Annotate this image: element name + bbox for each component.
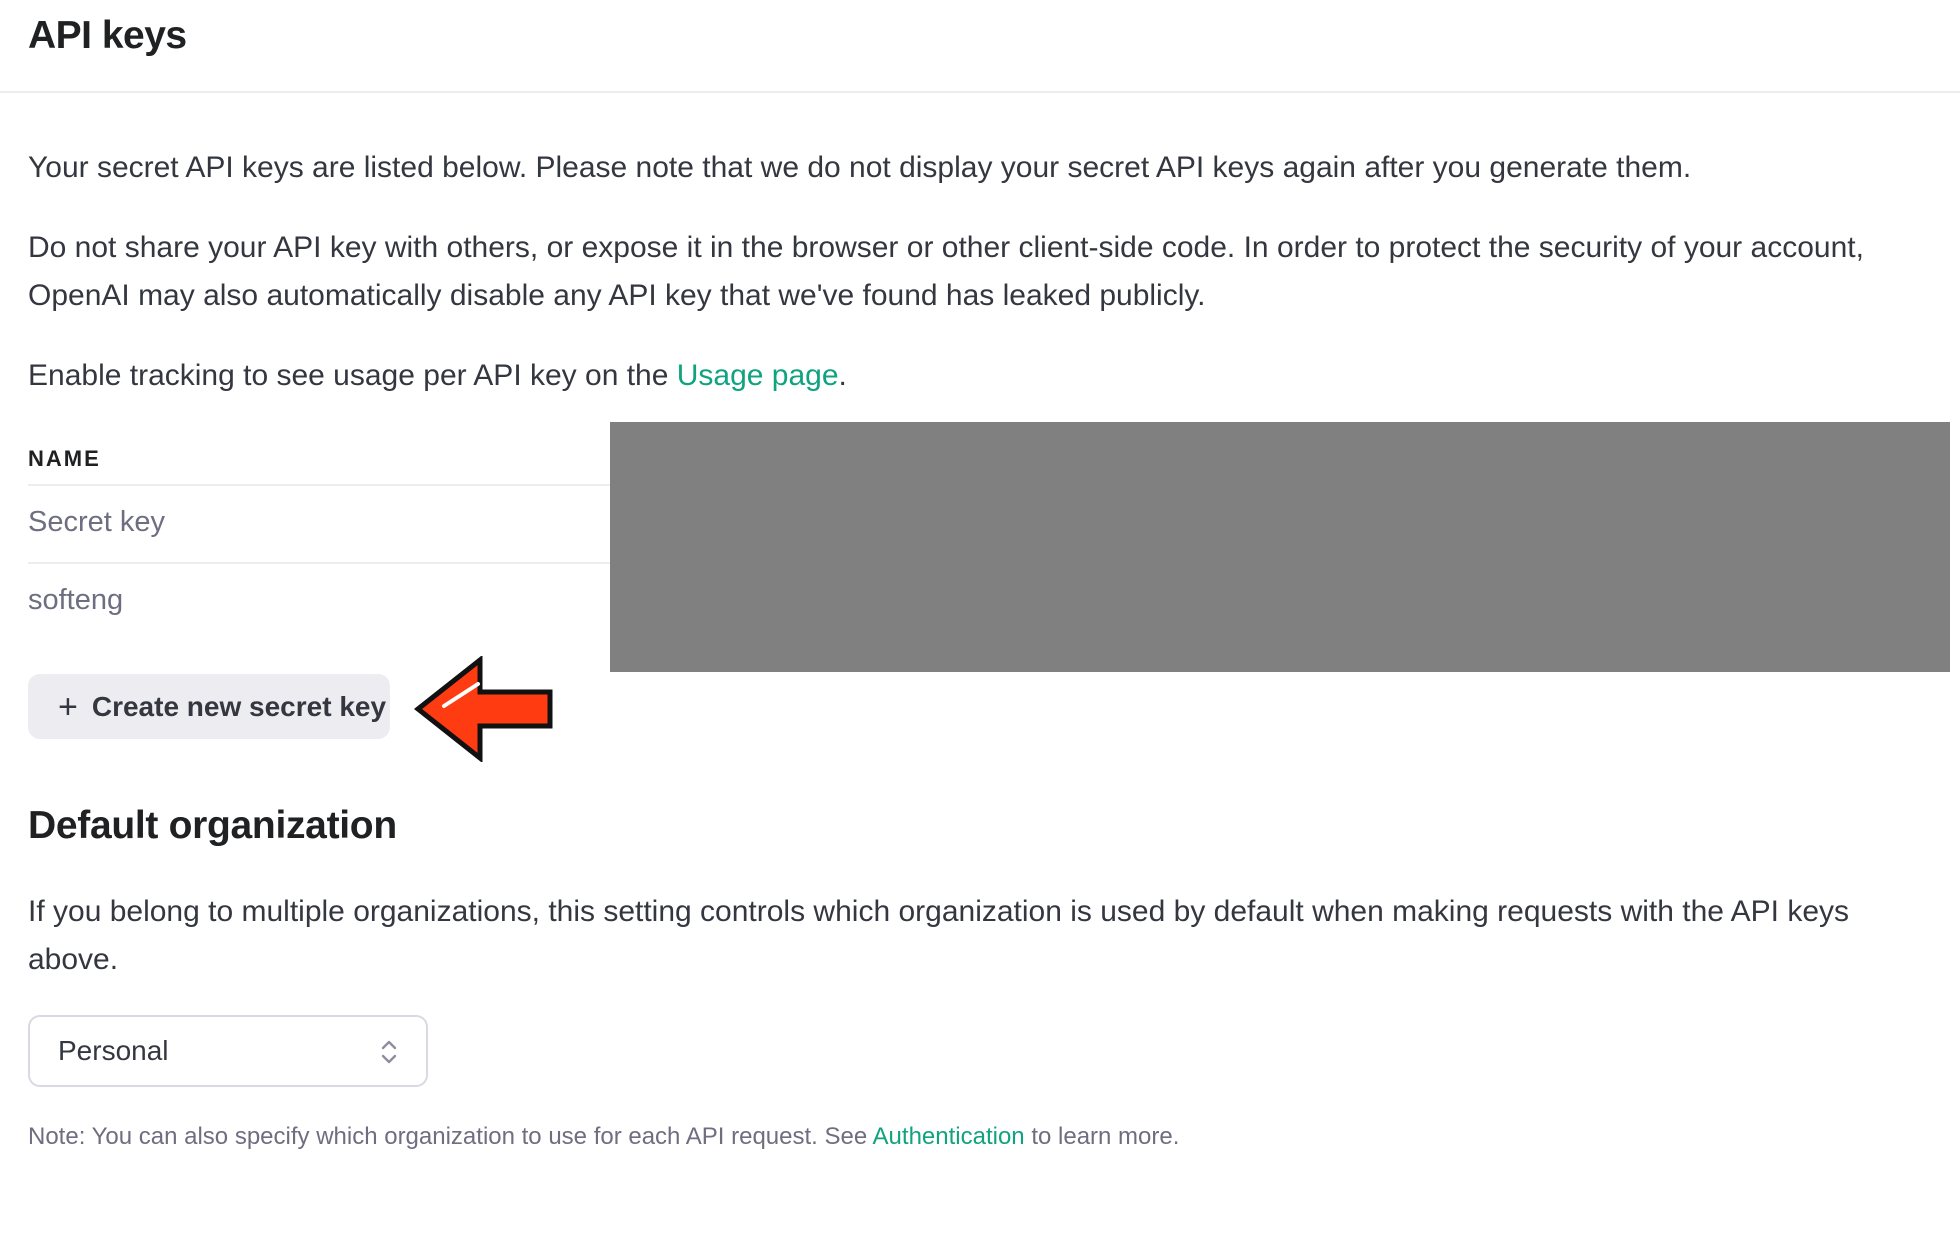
- usage-page-link[interactable]: Usage page: [677, 359, 839, 392]
- create-button-label: Create new secret key: [91, 690, 387, 722]
- note-prefix: Note: You can also specify which organiz…: [28, 1123, 873, 1150]
- organization-select[interactable]: Personal: [28, 1015, 428, 1087]
- usage-text-suffix: .: [838, 359, 847, 392]
- page-header: API keys: [0, 0, 1960, 93]
- chevron-up-down-icon: [381, 1040, 397, 1064]
- page-title: API keys: [28, 14, 187, 57]
- default-organization-description: If you belong to multiple organizations,…: [28, 895, 1850, 976]
- note-suffix: to learn more.: [1024, 1123, 1180, 1150]
- intro-paragraph-3: Enable tracking to see usage per API key…: [28, 352, 1908, 400]
- plus-icon: +: [58, 687, 78, 726]
- intro-paragraph-1: Your secret API keys are listed below. P…: [28, 151, 1692, 184]
- api-keys-table: NAME Secret key softeng: [28, 432, 610, 642]
- create-secret-key-button[interactable]: + Create new secret key: [28, 674, 390, 739]
- table-row: Secret key: [28, 486, 610, 564]
- redacted-area: [610, 422, 1950, 672]
- note-text: Note: You can also specify which organiz…: [28, 1120, 1179, 1154]
- key-name: softeng: [28, 584, 124, 616]
- key-name: Secret key: [28, 506, 165, 538]
- usage-text: Enable tracking to see usage per API key…: [28, 359, 677, 392]
- default-organization-title: Default organization: [28, 804, 397, 847]
- authentication-link[interactable]: Authentication: [873, 1123, 1025, 1150]
- arrow-left-icon: [414, 656, 553, 762]
- column-header-name: NAME: [28, 432, 610, 486]
- organization-selected-value: Personal: [58, 1035, 169, 1066]
- intro-paragraph-2: Do not share your API key with others, o…: [28, 231, 1864, 312]
- table-row: softeng: [28, 564, 610, 642]
